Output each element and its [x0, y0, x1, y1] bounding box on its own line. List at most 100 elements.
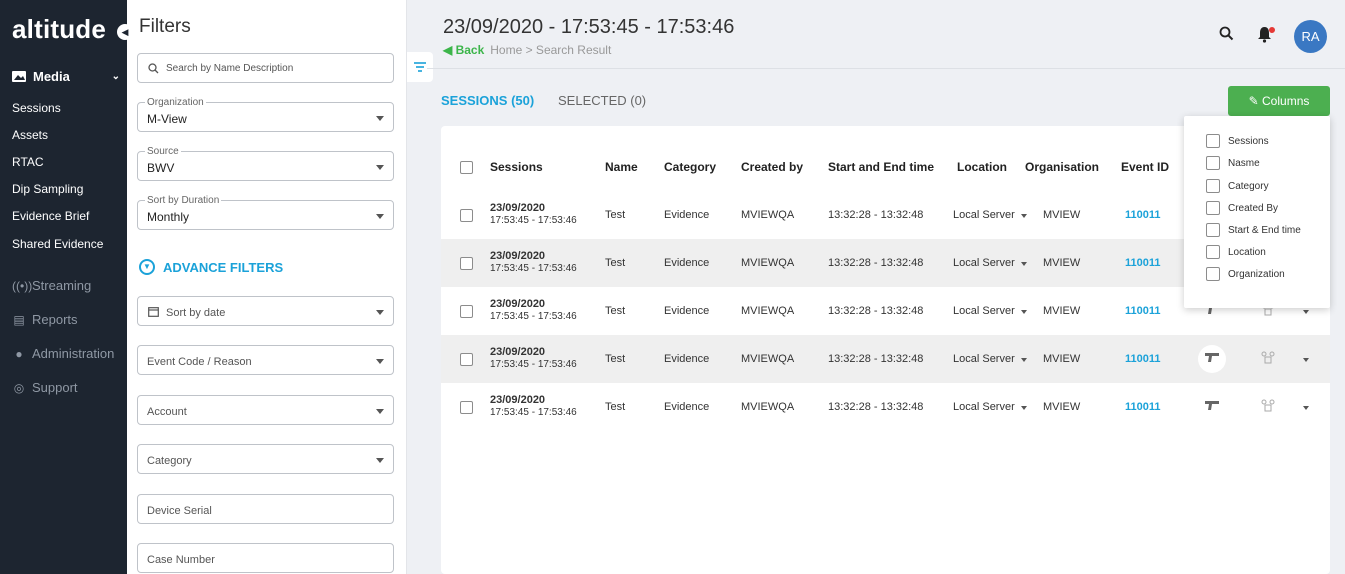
search-input[interactable]: Search by Name Description — [137, 53, 394, 83]
row-checkbox[interactable] — [460, 353, 473, 366]
column-header-location[interactable]: Location — [957, 160, 1007, 174]
event-code-select[interactable]: Event Code / Reason — [137, 345, 394, 375]
caret-down-icon[interactable] — [1021, 262, 1027, 266]
caret-down-icon[interactable] — [1303, 358, 1309, 362]
row-organisation: MVIEW — [1043, 209, 1081, 221]
columns-option-location[interactable]: Location — [1206, 245, 1266, 259]
sidebar-item-streaming[interactable]: ((•)) Streaming — [12, 278, 91, 293]
avatar[interactable]: RA — [1294, 20, 1327, 53]
case-number-input[interactable]: Case Number — [137, 543, 394, 573]
checkbox[interactable] — [1206, 223, 1220, 237]
sidebar-item-media[interactable]: Media ⌄ — [12, 69, 120, 84]
columns-option-sessions[interactable]: Sessions — [1206, 134, 1269, 148]
caret-down-icon[interactable] — [1303, 406, 1309, 410]
columns-option-name[interactable]: Nasme — [1206, 156, 1260, 170]
checkbox[interactable] — [1206, 179, 1220, 193]
device-serial-input[interactable]: Device Serial — [137, 494, 394, 524]
column-header-category[interactable]: Category — [664, 160, 716, 174]
row-name: Test — [605, 305, 626, 317]
caret-down-icon[interactable] — [1303, 310, 1309, 314]
tab-sessions[interactable]: SESSIONS (50) — [441, 93, 534, 108]
filter-toggle-button[interactable] — [407, 52, 433, 82]
row-event-id[interactable]: 110011 — [1125, 305, 1161, 317]
row-event-id[interactable]: 110011 — [1125, 257, 1161, 269]
row-event-id[interactable]: 110011 — [1125, 353, 1161, 365]
row-checkbox[interactable] — [460, 401, 473, 414]
row-event-id[interactable]: 110011 — [1125, 209, 1161, 221]
sidebar-item-support[interactable]: ◎ Support — [12, 380, 78, 395]
checkbox[interactable] — [1206, 267, 1220, 281]
sidebar-item-rtac[interactable]: RTAC — [12, 155, 44, 169]
sidebar-item-sessions[interactable]: Sessions — [12, 101, 61, 115]
sidebar-item-administration[interactable]: ● Administration — [12, 346, 114, 361]
category-select[interactable]: Category — [137, 444, 394, 474]
caret-down-icon[interactable] — [1021, 214, 1027, 218]
row-checkbox[interactable] — [460, 257, 473, 270]
column-header-sessions[interactable]: Sessions — [490, 160, 543, 174]
back-link[interactable]: ◀ Back — [443, 43, 484, 57]
sort-by-date-select[interactable]: Sort by date — [137, 296, 394, 326]
checkbox[interactable] — [1206, 201, 1220, 215]
sidebar-item-evidence-brief[interactable]: Evidence Brief — [12, 209, 89, 223]
search-icon[interactable] — [1219, 26, 1234, 41]
row-checkbox[interactable] — [460, 305, 473, 318]
row-name: Test — [605, 209, 626, 221]
tab-selected[interactable]: SELECTED (0) — [558, 93, 646, 108]
row-event-id[interactable]: 110011 — [1125, 401, 1161, 413]
source-select[interactable]: Source BWV — [137, 146, 394, 181]
checkbox[interactable] — [1206, 156, 1220, 170]
table-row[interactable]: 23/09/2020 17:53:45 - 17:53:46 Test Evid… — [441, 335, 1330, 383]
sidebar-item-assets[interactable]: Assets — [12, 128, 48, 142]
checkbox[interactable] — [1206, 134, 1220, 148]
camera-gun-icon[interactable] — [1204, 351, 1220, 366]
search-icon — [148, 63, 159, 74]
columns-button[interactable]: ✎ Columns — [1228, 86, 1330, 116]
sidebar-item-label: Reports — [32, 312, 78, 327]
checkbox[interactable] — [1206, 245, 1220, 259]
camera-gun-icon[interactable] — [1204, 399, 1220, 414]
sidebar-item-dip-sampling[interactable]: Dip Sampling — [12, 182, 83, 196]
sidebar-item-reports[interactable]: ▤ Reports — [12, 312, 78, 327]
collapse-sidebar-icon[interactable]: ◀ — [117, 24, 133, 40]
chevron-down-icon: ⌄ — [111, 71, 120, 82]
source-value: BWV — [147, 161, 175, 175]
row-checkbox[interactable] — [460, 209, 473, 222]
column-header-organisation[interactable]: Organisation — [1025, 160, 1099, 174]
account-placeholder: Account — [147, 406, 187, 418]
column-header-name[interactable]: Name — [605, 160, 638, 174]
session-time: 17:53:45 - 17:53:46 — [490, 263, 577, 274]
session-time: 17:53:45 - 17:53:46 — [490, 215, 577, 226]
session-time: 17:53:45 - 17:53:46 — [490, 359, 577, 370]
organization-select[interactable]: Organization M-View — [137, 97, 394, 132]
columns-option-start-end[interactable]: Start & End time — [1206, 223, 1301, 237]
drone-icon[interactable] — [1261, 399, 1275, 416]
page-title: 23/09/2020 - 17:53:45 - 17:53:46 — [443, 16, 735, 38]
app-logo: altitude — [12, 14, 107, 44]
columns-option-category[interactable]: Category — [1206, 179, 1269, 193]
sidebar-item-shared-evidence[interactable]: Shared Evidence — [12, 237, 103, 251]
row-created-by: MVIEWQA — [741, 257, 795, 269]
session-date: 23/09/2020 — [490, 346, 546, 358]
caret-down-icon[interactable] — [1021, 310, 1027, 314]
caret-down-icon[interactable] — [1021, 406, 1027, 410]
advance-filters-label: ADVANCE FILTERS — [163, 259, 284, 275]
row-location: Local Server — [953, 305, 1015, 317]
caret-down-icon — [376, 214, 384, 219]
account-select[interactable]: Account — [137, 395, 394, 425]
drone-icon[interactable] — [1261, 351, 1275, 368]
session-date: 23/09/2020 — [490, 394, 546, 406]
select-all-checkbox[interactable] — [460, 161, 473, 174]
column-header-created-by[interactable]: Created by — [741, 160, 803, 174]
sort-duration-select[interactable]: Sort by Duration Monthly — [137, 195, 394, 230]
column-header-start-end[interactable]: Start and End time — [828, 160, 934, 174]
columns-option-created-by[interactable]: Created By — [1206, 201, 1278, 215]
row-organisation: MVIEW — [1043, 257, 1081, 269]
filter-icon — [414, 62, 426, 72]
advance-filters-toggle[interactable]: ▼ ADVANCE FILTERS — [139, 259, 283, 275]
sidebar-item-label: Administration — [32, 346, 115, 361]
caret-down-icon[interactable] — [1021, 358, 1027, 362]
table-row[interactable]: 23/09/2020 17:53:45 - 17:53:46 Test Evid… — [441, 383, 1330, 431]
breadcrumb-path: Home > Search Result — [490, 43, 612, 57]
columns-option-organization[interactable]: Organization — [1206, 267, 1285, 281]
column-header-event-id[interactable]: Event ID — [1121, 160, 1169, 174]
